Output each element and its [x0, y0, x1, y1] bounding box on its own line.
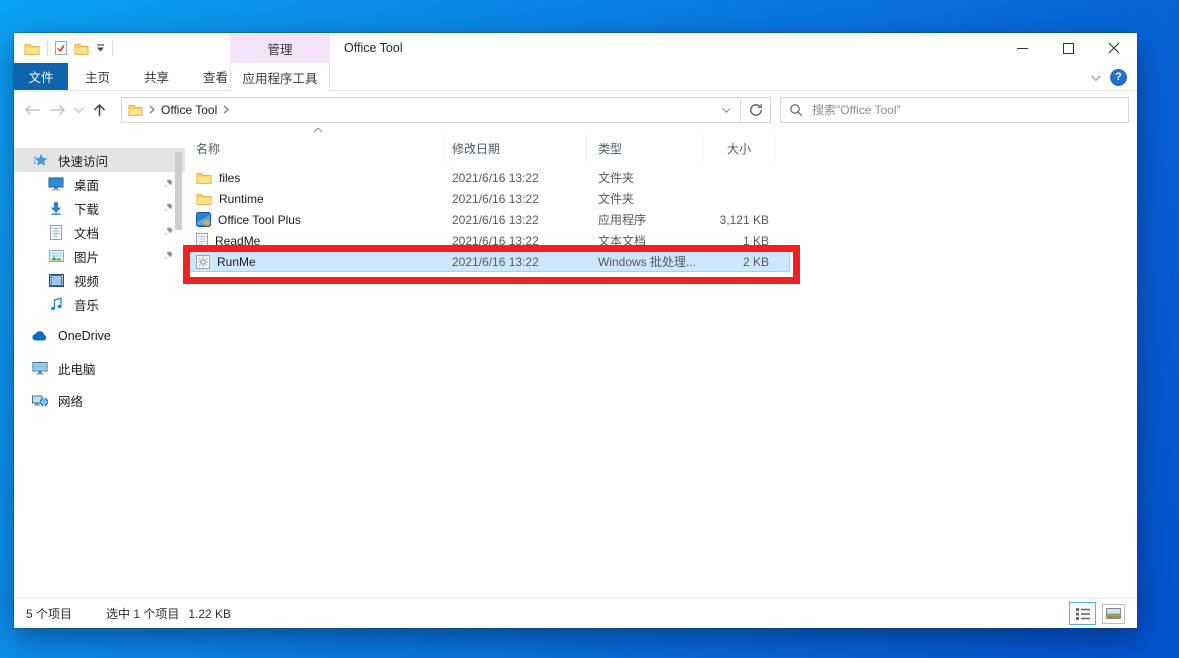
maximize-button[interactable] — [1045, 33, 1091, 63]
window-controls — [999, 33, 1137, 63]
sidebar-item-label: 此电脑 — [58, 359, 96, 378]
ribbon-tabs: 文件 主页 共享 查看 应用程序工具 ? — [14, 63, 1137, 91]
tab-file[interactable]: 文件 — [14, 63, 68, 90]
folder-icon — [196, 171, 212, 184]
column-header-size[interactable]: 大小 — [703, 135, 775, 161]
minimize-button[interactable] — [999, 33, 1045, 63]
music-note-icon — [47, 297, 65, 311]
onedrive-cloud-icon — [31, 330, 49, 342]
sidebar-item-documents[interactable]: 文档 — [14, 220, 185, 244]
address-folder-icon — [128, 103, 143, 116]
file-row-readme[interactable]: ReadMe 2021/6/16 13:22 文本文档 1 KB — [185, 230, 790, 251]
toolbar-separator — [47, 41, 48, 55]
selection-count: 选中 1 个项目 — [106, 605, 179, 622]
item-count: 5 个项目 — [26, 605, 72, 622]
forward-icon[interactable] — [49, 104, 66, 116]
customize-toolbar-arrow-icon[interactable] — [96, 44, 105, 52]
quick-access-star-icon — [31, 153, 49, 168]
contextual-group-manage[interactable]: 管理 — [230, 33, 330, 63]
column-header-type[interactable]: 类型 — [587, 135, 703, 161]
pictures-icon — [47, 250, 65, 262]
pin-icon — [163, 250, 174, 261]
sidebar-item-label: 网络 — [58, 391, 83, 410]
folder-icon — [196, 192, 212, 205]
sidebar-item-label: 视频 — [74, 271, 99, 290]
sidebar-item-label: OneDrive — [58, 329, 111, 343]
search-icon — [789, 103, 803, 117]
sidebar-item-label: 图片 — [74, 247, 99, 266]
search-input[interactable] — [812, 103, 1120, 117]
sidebar-item-videos[interactable]: 视频 — [14, 268, 185, 292]
navigation-buttons — [22, 103, 121, 117]
thumbnails-view-button[interactable] — [1102, 604, 1125, 624]
quick-access-toolbar — [14, 41, 113, 55]
tab-home[interactable]: 主页 — [68, 63, 127, 90]
sidebar-item-label: 快速访问 — [58, 151, 108, 170]
file-row-files[interactable]: files 2021/6/16 13:22 文件夹 — [185, 167, 790, 188]
refresh-button[interactable] — [741, 97, 771, 123]
main-area: 快速访问 桌面 下载 — [14, 128, 1137, 598]
navigation-pane: 快速访问 桌面 下载 — [14, 128, 185, 598]
pin-icon — [163, 202, 174, 213]
address-bar-row: Office Tool — [14, 91, 1137, 128]
explorer-window: 管理 Office Tool 文件 主页 共享 查看 应用程序工具 ? — [14, 33, 1137, 628]
sidebar-item-onedrive[interactable]: OneDrive — [14, 324, 185, 348]
toolbar-separator — [112, 41, 113, 55]
sidebar-item-label: 下载 — [74, 199, 99, 218]
up-icon[interactable] — [93, 103, 106, 117]
back-icon[interactable] — [24, 104, 41, 116]
sort-ascending-icon — [313, 128, 323, 133]
help-icon[interactable]: ? — [1110, 69, 1127, 86]
sidebar-item-network[interactable]: 网络 — [14, 388, 185, 412]
pin-icon — [163, 226, 174, 237]
file-list: 名称 修改日期 类型 大小 — [185, 128, 1137, 598]
application-icon — [196, 212, 211, 227]
sidebar-item-desktop[interactable]: 桌面 — [14, 172, 185, 196]
sidebar-item-quick-access[interactable]: 快速访问 — [14, 148, 185, 172]
breadcrumb-segment[interactable]: Office Tool — [161, 103, 217, 117]
explorer-folder-icon[interactable] — [24, 42, 40, 55]
sidebar-item-label: 桌面 — [74, 175, 99, 194]
videos-icon — [47, 274, 65, 287]
status-bar: 5 个项目 选中 1 个项目 1.22 KB — [14, 598, 1137, 628]
this-pc-monitor-icon — [31, 361, 49, 375]
network-globe-icon — [31, 394, 49, 407]
column-header-date-modified[interactable]: 修改日期 — [445, 135, 587, 161]
file-row-runme-selected[interactable]: RunMe 2021/6/16 13:22 Windows 批处理... 2 K… — [185, 251, 790, 272]
title-bar: 管理 Office Tool — [14, 33, 1137, 63]
address-bar[interactable]: Office Tool — [121, 97, 741, 123]
pin-icon — [163, 178, 174, 189]
sidebar-item-label: 音乐 — [74, 295, 99, 314]
new-folder-icon[interactable] — [74, 42, 89, 55]
file-row-runtime[interactable]: Runtime 2021/6/16 13:22 文件夹 — [185, 188, 790, 209]
search-box[interactable] — [780, 97, 1129, 123]
column-header-name[interactable]: 名称 — [185, 135, 445, 161]
batch-file-gear-icon — [196, 255, 210, 269]
selection-size: 1.22 KB — [188, 607, 231, 621]
properties-check-icon[interactable] — [55, 41, 67, 55]
column-headers: 名称 修改日期 类型 大小 — [185, 128, 1137, 161]
text-document-icon — [196, 233, 208, 248]
tab-share[interactable]: 共享 — [127, 63, 186, 90]
sidebar-item-label: 文档 — [74, 223, 99, 242]
address-dropdown-chevron-icon[interactable] — [722, 104, 730, 112]
breadcrumb-chevron-icon[interactable] — [223, 105, 229, 114]
document-icon — [47, 225, 65, 240]
sidebar-item-downloads[interactable]: 下载 — [14, 196, 185, 220]
expand-ribbon-chevron-icon[interactable] — [1091, 71, 1101, 81]
details-view-button[interactable] — [1069, 602, 1096, 625]
window-title: Office Tool — [344, 33, 403, 63]
desktop-icon — [47, 177, 65, 191]
tab-application-tools[interactable]: 应用程序工具 — [230, 63, 330, 91]
sidebar-item-music[interactable]: 音乐 — [14, 292, 185, 316]
close-button[interactable] — [1091, 33, 1137, 63]
sidebar-item-this-pc[interactable]: 此电脑 — [14, 356, 185, 380]
download-arrow-icon — [47, 201, 65, 215]
file-row-office-tool-plus[interactable]: Office Tool Plus 2021/6/16 13:22 应用程序 3,… — [185, 209, 790, 230]
recent-locations-chevron-icon[interactable] — [74, 103, 84, 113]
sidebar-item-pictures[interactable]: 图片 — [14, 244, 185, 268]
sidebar-scrollbar[interactable] — [175, 152, 182, 230]
breadcrumb-chevron-icon[interactable] — [149, 105, 155, 114]
